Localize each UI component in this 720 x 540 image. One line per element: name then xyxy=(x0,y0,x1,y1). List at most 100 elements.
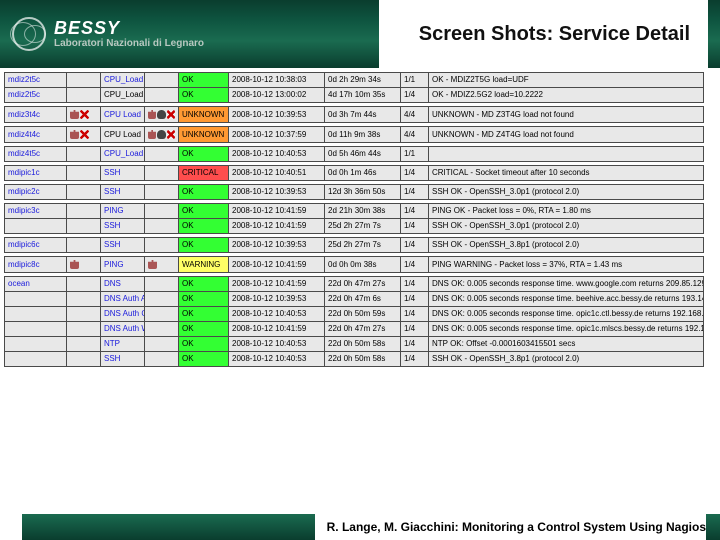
timestamp-cell: 2008-10-12 10:40:51 xyxy=(229,166,325,181)
attempts-cell: 1/4 xyxy=(401,238,429,253)
service-link[interactable]: PING xyxy=(104,206,124,215)
service-link[interactable]: CPU_Load xyxy=(104,149,143,158)
duration-cell: 0d 3h 7m 44s xyxy=(325,107,401,123)
service-link[interactable]: NTP xyxy=(104,339,120,348)
host-icons xyxy=(67,352,101,367)
attempts-cell: 1/4 xyxy=(401,322,429,337)
service-icons xyxy=(145,204,179,219)
service-link[interactable]: SSH xyxy=(104,354,120,363)
service-icons xyxy=(145,238,179,253)
host-link[interactable]: mdiz2t5c xyxy=(8,75,40,84)
status-info-cell: NTP OK: Offset -0.0001603415501 secs xyxy=(429,337,704,352)
status-cell: CRITICAL xyxy=(179,166,229,181)
service-icons xyxy=(145,292,179,307)
status-info-cell: OK - MDIZ2T5G load=UDF xyxy=(429,73,704,88)
host-link[interactable]: mdipic8c xyxy=(8,260,40,269)
host-cell xyxy=(5,307,67,322)
host-cell: mdipic1c xyxy=(5,166,67,181)
service-icons xyxy=(145,147,179,162)
host-icons xyxy=(67,322,101,337)
service-cell: SSH xyxy=(101,166,145,181)
status-info-cell: PING WARNING - Packet loss = 37%, RTA = … xyxy=(429,257,704,273)
host-link[interactable]: mdiz3t4c xyxy=(8,110,40,119)
service-link[interactable]: PING xyxy=(104,260,124,269)
duration-cell: 22d 0h 50m 58s xyxy=(325,352,401,367)
timestamp-cell: 2008-10-12 10:39:53 xyxy=(229,238,325,253)
attempts-cell: 1/4 xyxy=(401,292,429,307)
x-icon xyxy=(167,130,175,139)
service-cell: SSH xyxy=(101,238,145,253)
attempts-cell: 1/4 xyxy=(401,277,429,292)
status-info-cell: SSH OK - OpenSSH_3.8p1 (protocol 2.0) xyxy=(429,238,704,253)
puzzle-icon xyxy=(70,130,79,139)
table-row: DNS Auth CTLOK2008-10-12 10:40:5322d 0h … xyxy=(5,307,704,322)
attempts-cell: 1/1 xyxy=(401,73,429,88)
host-link[interactable]: mdiz4t4c xyxy=(8,130,40,139)
status-cell: OK xyxy=(179,73,229,88)
brand-sub: Laboratori Nazionali di Legnaro xyxy=(54,39,204,49)
duration-cell: 12d 3h 36m 50s xyxy=(325,185,401,200)
duration-cell: 22d 0h 47m 27s xyxy=(325,277,401,292)
table-row: mdipic3cPINGOK2008-10-12 10:41:592d 21h … xyxy=(5,204,704,219)
service-icons xyxy=(145,322,179,337)
table-row: SSHOK2008-10-12 10:40:5322d 0h 50m 58s1/… xyxy=(5,352,704,367)
host-link[interactable]: ocean xyxy=(8,279,30,288)
x-icon xyxy=(80,130,89,139)
table-row: DNS Auth WLSOK2008-10-12 10:41:5922d 0h … xyxy=(5,322,704,337)
host-icons xyxy=(67,337,101,352)
host-link[interactable]: mdiz4t5c xyxy=(8,149,40,158)
status-info-cell: SSH OK - OpenSSH_3.0p1 (protocol 2.0) xyxy=(429,219,704,234)
table-row: mdiz2t5cCPU_LoadOK2008-10-12 10:38:030d … xyxy=(5,73,704,88)
service-link[interactable]: DNS Auth CTL xyxy=(104,309,145,318)
service-cell: CPU_Load xyxy=(101,73,145,88)
host-cell: ocean xyxy=(5,277,67,292)
service-link[interactable]: SSH xyxy=(104,168,120,177)
service-icons xyxy=(145,127,179,143)
host-link[interactable]: mdipic3c xyxy=(8,206,40,215)
attempts-cell: 1/4 xyxy=(401,166,429,181)
service-link[interactable]: SSH xyxy=(104,240,120,249)
host-link[interactable]: mdipic1c xyxy=(8,168,40,177)
status-info-cell: PING OK - Packet loss = 0%, RTA = 1.80 m… xyxy=(429,204,704,219)
status-info-cell: DNS OK: 0.005 seconds response time. bee… xyxy=(429,292,704,307)
host-link[interactable]: mdipic2c xyxy=(8,187,40,196)
host-cell xyxy=(5,337,67,352)
duration-cell: 22d 0h 47m 27s xyxy=(325,322,401,337)
timestamp-cell: 2008-10-12 10:41:59 xyxy=(229,204,325,219)
service-link[interactable]: SSH xyxy=(104,221,120,230)
status-info-cell: OK - MDIZ2.5G2 load=10.2222 xyxy=(429,88,704,103)
host-icons xyxy=(67,277,101,292)
status-cell: WARNING xyxy=(179,257,229,273)
status-info-cell: UNKNOWN - MD Z3T4G load not found xyxy=(429,107,704,123)
puzzle-icon xyxy=(148,130,156,139)
service-link[interactable]: DNS xyxy=(104,279,121,288)
duration-cell: 4d 17h 10m 35s xyxy=(325,88,401,103)
service-link[interactable]: DNS Auth ACC xyxy=(104,294,145,303)
service-link[interactable]: SSH xyxy=(104,187,120,196)
slide-header: BESSY Laboratori Nazionali di Legnaro Sc… xyxy=(0,0,720,68)
host-link[interactable]: mdiz2t5c xyxy=(8,90,40,99)
host-link[interactable]: mdipic6c xyxy=(8,240,40,249)
x-icon xyxy=(80,110,89,119)
status-cell: OK xyxy=(179,147,229,162)
attempts-cell: 1/4 xyxy=(401,337,429,352)
duration-cell: 0d 0h 1m 46s xyxy=(325,166,401,181)
service-link[interactable]: CPU Load xyxy=(104,110,141,119)
attempts-cell: 1/1 xyxy=(401,147,429,162)
status-cell: UNKNOWN xyxy=(179,107,229,123)
service-link[interactable]: CPU_Load xyxy=(104,75,143,84)
puzzle-icon xyxy=(148,260,157,269)
host-icons xyxy=(67,238,101,253)
table-row: SSHOK2008-10-12 10:41:5925d 2h 27m 7s1/4… xyxy=(5,219,704,234)
attempts-cell: 1/4 xyxy=(401,257,429,273)
host-cell xyxy=(5,292,67,307)
host-icons xyxy=(67,204,101,219)
footer-text: R. Lange, M. Giacchini: Monitoring a Con… xyxy=(315,514,706,540)
timestamp-cell: 2008-10-12 10:41:59 xyxy=(229,219,325,234)
table-row: mdipic1c SSH CRITICAL2008-10-12 10:40:510d… xyxy=(5,166,704,181)
timestamp-cell: 2008-10-12 10:40:53 xyxy=(229,337,325,352)
table-row: mdiz2t5cCPU_LoadOK2008-10-12 13:00:024d … xyxy=(5,88,704,103)
service-link[interactable]: DNS Auth WLS xyxy=(104,324,145,333)
timestamp-cell: 2008-10-12 10:40:53 xyxy=(229,352,325,367)
table-row: oceanDNSOK2008-10-12 10:41:5922d 0h 47m … xyxy=(5,277,704,292)
